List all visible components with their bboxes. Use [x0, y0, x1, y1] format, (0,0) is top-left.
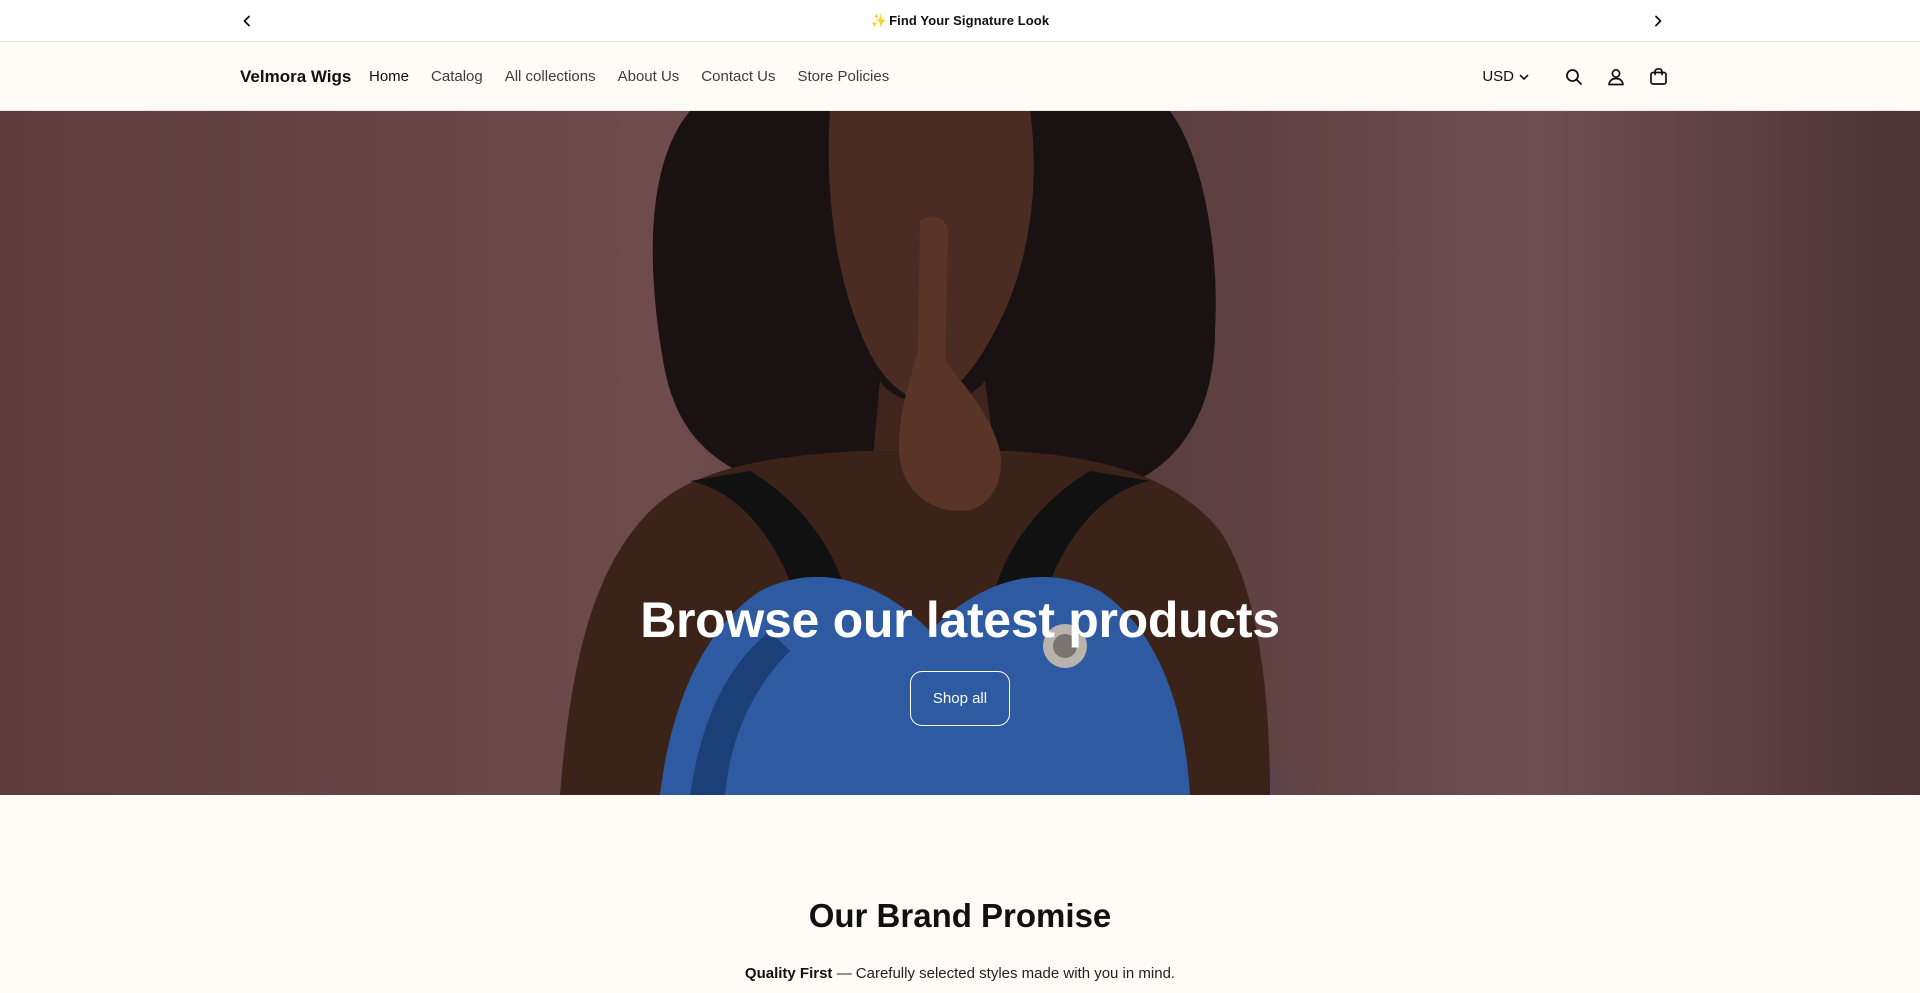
announcement-prev-button[interactable] — [232, 0, 262, 42]
search-icon — [1566, 68, 1582, 85]
cart-icon — [1649, 67, 1667, 85]
search-button[interactable] — [1560, 63, 1588, 91]
brand-promise-heading: Our Brand Promise — [808, 897, 1112, 934]
nav-catalog[interactable]: Catalog — [431, 68, 483, 85]
nav-contact-us[interactable]: Contact Us — [701, 68, 775, 85]
cart-button[interactable] — [1644, 63, 1672, 91]
hero-title: Browse our latest products — [640, 592, 1280, 648]
site-header: Velmora Wigs Home Catalog All collection… — [0, 42, 1920, 111]
chevron-right-icon — [1655, 15, 1662, 27]
nav-about-us[interactable]: About Us — [618, 68, 680, 85]
announcement-bar: ✨ Find Your Signature Look — [0, 0, 1920, 42]
shop-all-button[interactable]: Shop all — [909, 671, 1011, 726]
hero-banner: Browse our latest products Shop all — [0, 111, 1920, 795]
brand-logo[interactable]: Velmora Wigs — [240, 42, 351, 111]
hero-content: Browse our latest products Shop all — [0, 591, 1920, 726]
header-utilities: USD — [1482, 42, 1672, 111]
main-nav: Home Catalog All collections About Us Co… — [369, 42, 911, 111]
nav-store-policies[interactable]: Store Policies — [798, 68, 890, 85]
brand-promise-item: Quality First — Carefully selected style… — [0, 965, 1920, 982]
chevron-left-icon — [243, 15, 250, 27]
nav-all-collections[interactable]: All collections — [505, 68, 596, 85]
brand-promise-section: Our Brand Promise Quality First — Carefu… — [0, 795, 1920, 982]
sparkle-icon: ✨ — [870, 12, 888, 28]
brand-promise-item-text: — Carefully selected styles made with yo… — [832, 965, 1176, 982]
currency-selector[interactable]: USD — [1482, 68, 1530, 85]
brand-promise-item-title: Quality First — [744, 965, 833, 982]
announcement-next-button[interactable] — [1643, 0, 1673, 42]
account-icon — [1608, 68, 1624, 85]
account-button[interactable] — [1602, 63, 1630, 91]
announcement-label: Find Your Signature Look — [889, 12, 1050, 28]
currency-label: USD — [1482, 68, 1514, 85]
announcement-text: ✨ Find Your Signature Look — [871, 13, 1049, 29]
nav-home[interactable]: Home — [369, 68, 409, 85]
chevron-down-icon — [1519, 74, 1529, 80]
